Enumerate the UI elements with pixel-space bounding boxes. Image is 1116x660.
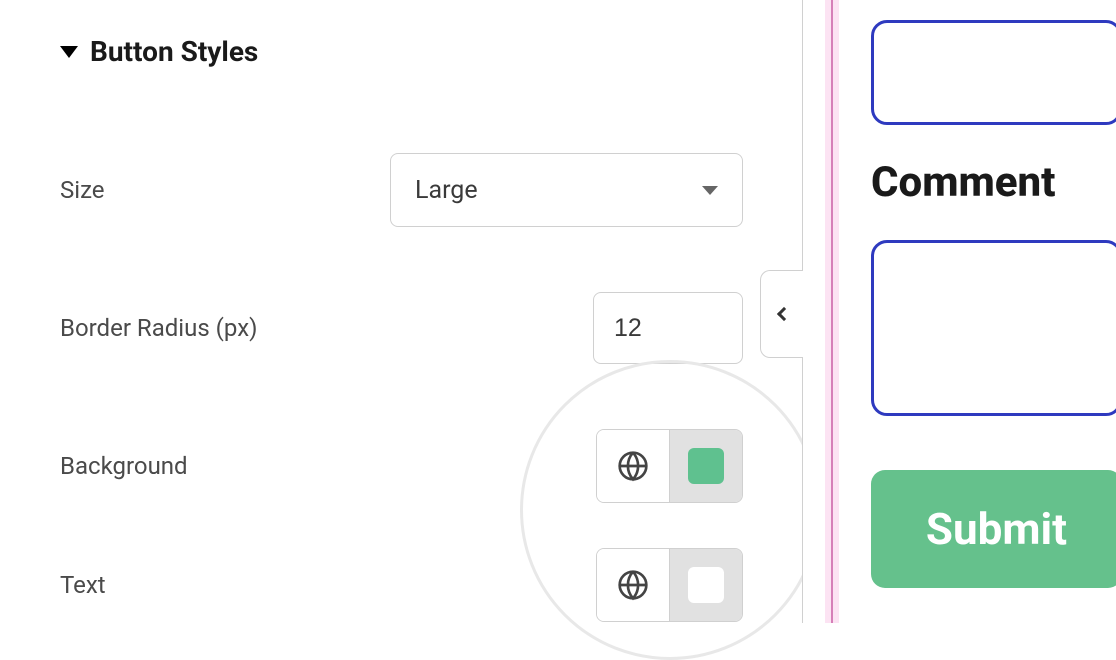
preview-submit-label: Submit <box>926 503 1067 555</box>
radius-input[interactable] <box>593 292 743 364</box>
chevron-left-icon <box>777 307 791 321</box>
collapse-panel-button[interactable] <box>760 270 804 358</box>
text-global-button[interactable] <box>597 549 669 621</box>
settings-panel: Button Styles Size Large Border Radius (… <box>0 0 803 623</box>
caret-down-icon <box>60 46 78 58</box>
row-size: Size Large <box>60 153 803 227</box>
globe-icon <box>617 450 649 482</box>
ruler-line <box>831 0 833 623</box>
section-header-button-styles[interactable]: Button Styles <box>60 35 803 68</box>
preview-pane: Comment Submit <box>803 0 1116 623</box>
size-select-value: Large <box>415 176 478 205</box>
text-swatch-button[interactable] <box>670 549 742 621</box>
label-background: Background <box>60 452 390 480</box>
section-title: Button Styles <box>90 35 258 68</box>
preview-comment-label: Comment <box>871 158 1056 207</box>
chevron-down-icon <box>702 186 718 195</box>
label-size: Size <box>60 176 390 204</box>
background-swatch-button[interactable] <box>670 430 742 502</box>
preview-submit-button[interactable]: Submit <box>871 470 1116 588</box>
background-global-button[interactable] <box>597 430 669 502</box>
color-swatch <box>688 448 724 484</box>
row-text: Text <box>60 548 803 622</box>
preview-text-input[interactable] <box>871 20 1116 125</box>
background-color-control <box>596 429 743 503</box>
text-color-control <box>596 548 743 622</box>
color-swatch <box>688 567 724 603</box>
preview-textarea[interactable] <box>871 240 1116 416</box>
label-text: Text <box>60 571 390 599</box>
row-background: Background <box>60 429 803 503</box>
globe-icon <box>617 569 649 601</box>
size-select[interactable]: Large <box>390 153 743 227</box>
label-radius: Border Radius (px) <box>60 314 390 342</box>
row-radius: Border Radius (px) <box>60 292 803 364</box>
